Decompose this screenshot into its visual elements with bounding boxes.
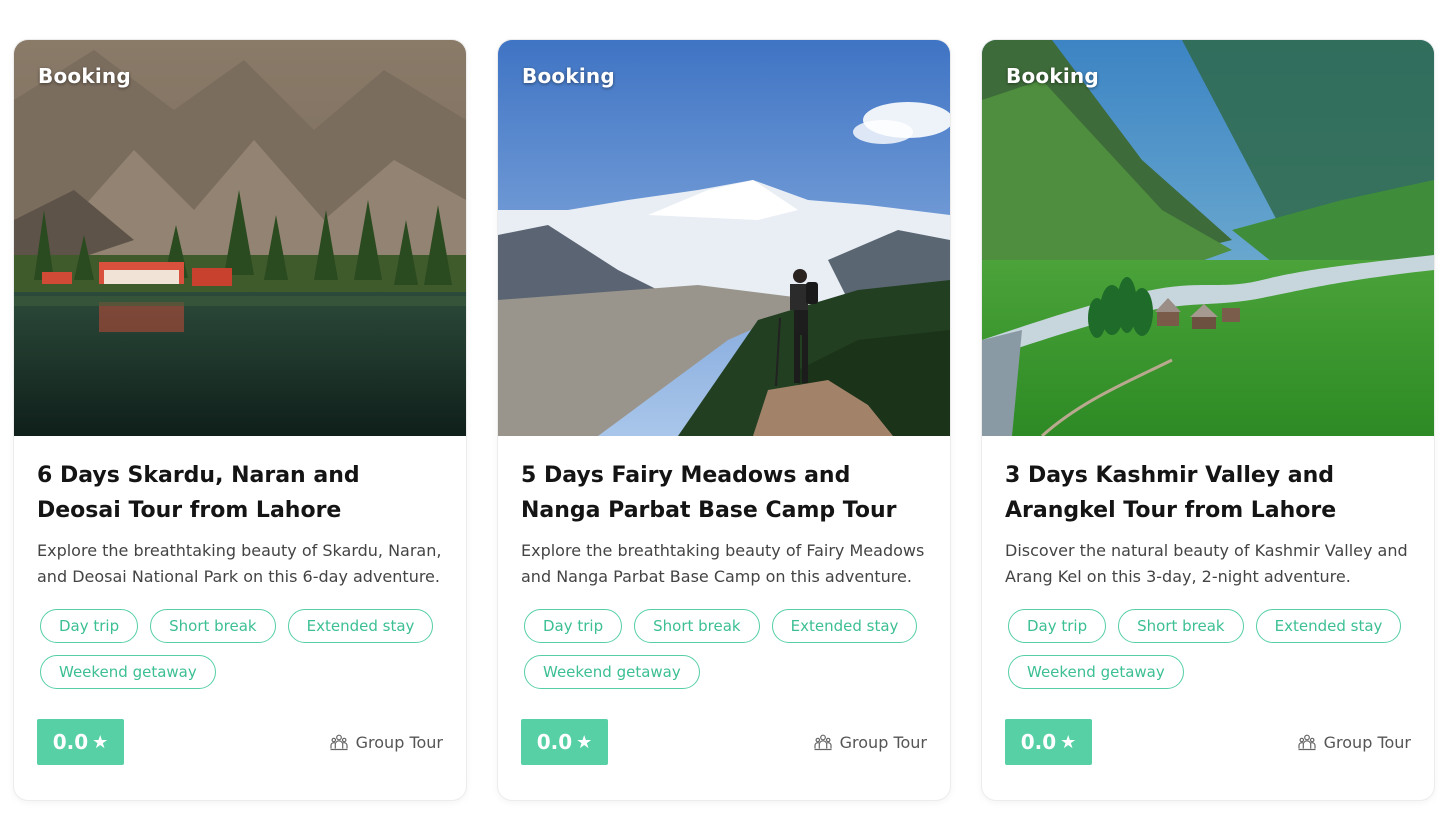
tag-day-trip[interactable]: Day trip [40,609,139,643]
star-icon: ★ [1060,731,1077,753]
lake-valley-image [14,40,466,436]
booking-badge: Booking [38,64,131,88]
tour-card[interactable]: Booking 6 Days Skardu, Naran and Deosai … [14,40,466,800]
star-icon: ★ [92,731,109,753]
tour-image[interactable]: Booking [14,40,466,436]
tour-description: Explore the breathtaking beauty of Fairy… [521,541,925,586]
tour-type-label: Group Tour [355,732,443,752]
rating-badge: 0.0 ★ [1005,719,1092,765]
card-footer: 0.0 ★ Group Tour [37,719,443,765]
rating-value: 0.0 [52,730,89,754]
tour-card[interactable]: Booking 3 Days Kashmir Valley and Arangk… [982,40,1434,800]
tour-type-label: Group Tour [1323,732,1411,752]
booking-badge: Booking [522,64,615,88]
tour-title[interactable]: 6 Days Skardu, Naran and Deosai Tour fro… [37,458,443,528]
tag-extended-stay[interactable]: Extended stay [287,609,434,643]
booking-badge: Booking [1006,64,1099,88]
tag-short-break[interactable]: Short break [1118,609,1244,643]
tour-card[interactable]: Booking 5 Days Fairy Meadows and Nanga P… [498,40,950,800]
group-icon [1298,734,1316,751]
green-valley-image [982,40,1434,436]
group-icon [814,734,832,751]
tour-image[interactable]: Booking [498,40,950,436]
rating-value: 0.0 [536,730,573,754]
tag-weekend-getaway[interactable]: Weekend getaway [40,655,216,689]
card-footer: 0.0 ★ Group Tour [521,719,927,765]
tag-extended-stay[interactable]: Extended stay [771,609,918,643]
tour-title[interactable]: 5 Days Fairy Meadows and Nanga Parbat Ba… [521,458,927,528]
tour-type: Group Tour [330,733,443,752]
tag-weekend-getaway[interactable]: Weekend getaway [524,655,700,689]
tour-type: Group Tour [814,733,927,752]
rating-badge: 0.0 ★ [37,719,124,765]
card-footer: 0.0 ★ Group Tour [1005,719,1411,765]
mountain-hiker-image [498,40,950,436]
tag-list: Day trip Short break Extended stay Weeke… [37,609,450,689]
tour-title[interactable]: 3 Days Kashmir Valley and Arangkel Tour … [1005,458,1411,528]
tag-day-trip[interactable]: Day trip [524,609,623,643]
tour-type-label: Group Tour [839,732,927,752]
tour-card-list: Booking 6 Days Skardu, Naran and Deosai … [14,40,1434,800]
tag-weekend-getaway[interactable]: Weekend getaway [1008,655,1184,689]
tag-short-break[interactable]: Short break [634,609,760,643]
tag-list: Day trip Short break Extended stay Weeke… [521,609,934,689]
rating-value: 0.0 [1020,730,1057,754]
group-icon [330,734,348,751]
tag-day-trip[interactable]: Day trip [1008,609,1107,643]
tag-list: Day trip Short break Extended stay Weeke… [1005,609,1418,689]
rating-badge: 0.0 ★ [521,719,608,765]
tour-type: Group Tour [1298,733,1411,752]
tag-extended-stay[interactable]: Extended stay [1255,609,1402,643]
tour-description: Discover the natural beauty of Kashmir V… [1005,541,1408,586]
star-icon: ★ [576,731,593,753]
tag-short-break[interactable]: Short break [150,609,276,643]
tour-image[interactable]: Booking [982,40,1434,436]
tour-description: Explore the breathtaking beauty of Skard… [37,541,442,586]
